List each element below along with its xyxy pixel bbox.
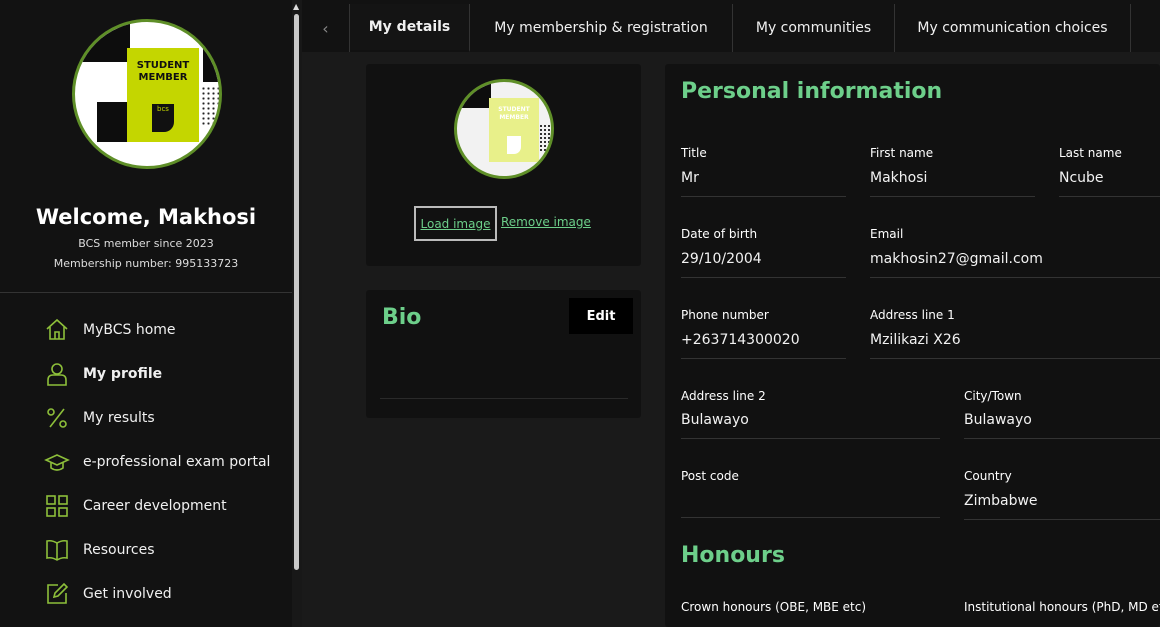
book-icon	[46, 539, 68, 561]
avatar-card-text: STUDENT MEMBER	[136, 60, 190, 83]
email-value[interactable]: makhosin27@gmail.com	[870, 251, 1043, 267]
sidebar-item-mybcs-home[interactable]: MyBCS home	[44, 315, 284, 345]
sidebar-item-my-results[interactable]: My results	[44, 403, 284, 433]
sidebar-item-label: Resources	[83, 542, 155, 558]
tab-bar: ‹ My details My membership & registratio…	[302, 0, 1160, 52]
city-label: City/Town	[964, 389, 1022, 403]
sidebar-item-label: My results	[83, 410, 155, 426]
country-value[interactable]: Zimbabwe	[964, 493, 1038, 509]
sidebar-item-label: My profile	[83, 366, 163, 382]
first-name-label: First name	[870, 146, 934, 160]
title-label: Title	[681, 146, 707, 160]
graduation-cap-icon	[44, 454, 70, 471]
address-line-1-value[interactable]: Mzilikazi X26	[870, 332, 961, 348]
bio-title: Bio	[382, 305, 422, 330]
profile-image-preview: STUDENT MEMBER	[454, 79, 554, 179]
bio-panel: Bio Edit	[366, 290, 641, 418]
sidebar-item-my-profile[interactable]: My profile	[44, 359, 284, 389]
phone-value[interactable]: +263714300020	[681, 332, 800, 348]
chevron-left-icon: ‹	[322, 18, 329, 38]
edit-bio-button[interactable]: Edit	[569, 298, 633, 334]
tab-membership-registration[interactable]: My membership & registration	[470, 4, 733, 52]
edit-icon	[47, 582, 69, 604]
city-value[interactable]: Bulawayo	[964, 412, 1032, 428]
student-member-card: STUDENT MEMBER bcs	[127, 48, 199, 142]
title-value[interactable]: Mr	[681, 170, 699, 186]
sidebar-item-label: Career development	[83, 498, 227, 514]
sidebar-scrollbar[interactable]: ▲	[292, 0, 302, 627]
crown-honours-label: Crown honours (OBE, MBE etc)	[681, 600, 867, 614]
last-name-value[interactable]: Ncube	[1059, 170, 1104, 186]
institutional-honours-label: Institutional honours (PhD, MD etc)	[964, 600, 1160, 614]
honours-title: Honours	[681, 543, 785, 568]
tab-my-details[interactable]: My details	[350, 4, 470, 52]
sidebar-item-career-development[interactable]: Career development	[44, 491, 284, 521]
scrollbar-thumb[interactable]	[294, 14, 299, 570]
grid-icon	[46, 495, 68, 517]
welcome-heading: Welcome, Makhosi	[35, 205, 257, 229]
sidebar-item-resources[interactable]: Resources	[44, 535, 284, 565]
scroll-up-icon[interactable]: ▲	[293, 2, 299, 11]
postcode-label: Post code	[681, 469, 739, 483]
last-name-label: Last name	[1059, 146, 1122, 160]
tab-communities[interactable]: My communities	[733, 4, 895, 52]
load-image-button[interactable]: Load image	[414, 206, 497, 241]
personal-information-title: Personal information	[681, 79, 943, 104]
tab-scroll-prev-button[interactable]: ‹	[302, 4, 350, 52]
profile-image-panel: STUDENT MEMBER Load image Remove image	[366, 64, 641, 266]
sidebar-item-label: MyBCS home	[83, 322, 176, 338]
member-since: BCS member since 2023	[78, 237, 214, 250]
bio-divider	[380, 398, 628, 399]
dob-value[interactable]: 29/10/2004	[681, 251, 762, 267]
avatar-card-text: STUDENT MEMBER	[498, 106, 530, 121]
user-icon	[47, 363, 67, 386]
home-icon	[46, 318, 68, 340]
address-line-1-label: Address line 1	[870, 308, 955, 322]
sidebar-item-label: Get involved	[83, 586, 172, 602]
sidebar-divider	[0, 292, 292, 293]
sidebar-item-get-involved[interactable]: Get involved	[44, 579, 284, 609]
avatar: STUDENT MEMBER bcs	[72, 19, 222, 169]
bcs-logo: bcs	[152, 104, 174, 132]
phone-label: Phone number	[681, 308, 769, 322]
first-name-value[interactable]: Makhosi	[870, 170, 927, 186]
country-label: Country	[964, 469, 1012, 483]
address-line-2-value[interactable]: Bulawayo	[681, 412, 749, 428]
personal-information-panel: Personal information Title Mr First name…	[665, 64, 1160, 627]
dob-label: Date of birth	[681, 227, 758, 241]
sidebar-item-label: e-professional exam portal	[83, 454, 271, 470]
tab-communication-choices[interactable]: My communication choices	[895, 4, 1131, 52]
membership-number: Membership number: 995133723	[53, 257, 239, 270]
percent-icon	[47, 408, 67, 428]
address-line-2-label: Address line 2	[681, 389, 766, 403]
email-label: Email	[870, 227, 904, 241]
remove-image-link[interactable]: Remove image	[501, 215, 591, 229]
sidebar: STUDENT MEMBER bcs Welcome, Makhosi BCS …	[0, 0, 302, 627]
sidebar-item-exam-portal[interactable]: e-professional exam portal	[44, 447, 284, 477]
